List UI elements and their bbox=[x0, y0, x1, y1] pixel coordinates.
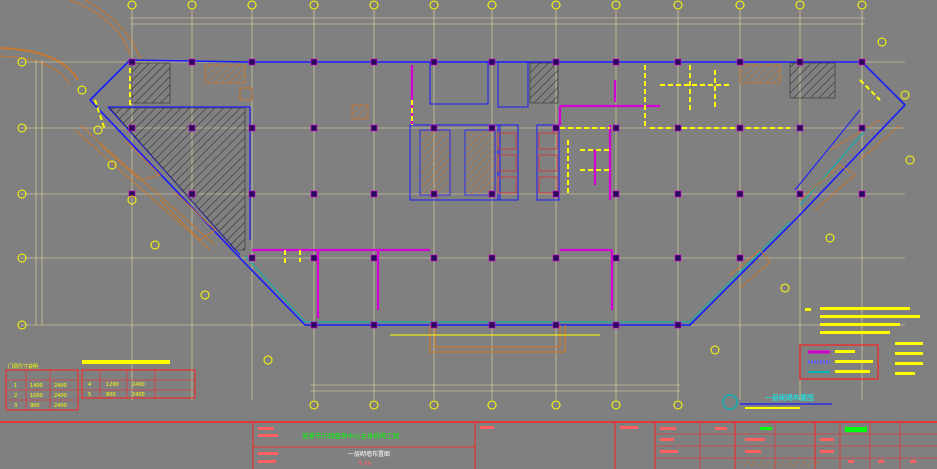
structural-column bbox=[370, 124, 378, 132]
structural-column bbox=[370, 58, 378, 66]
structural-column bbox=[248, 254, 256, 262]
cad-drawing-viewport[interactable]: 一层砌墙布置图 门洞尺寸说明 1 1400 2400 2 1000 2400 3 900 240… bbox=[0, 0, 937, 469]
structural-column bbox=[674, 58, 682, 66]
door-row-id: 2 bbox=[14, 393, 17, 399]
structural-column bbox=[858, 190, 866, 198]
structural-column bbox=[552, 190, 560, 198]
structural-column bbox=[552, 124, 560, 132]
structural-column bbox=[188, 58, 196, 66]
structural-column bbox=[248, 190, 256, 198]
door-row-height: 2400 bbox=[132, 392, 145, 398]
sheet-name: 一层砌墙布置图 bbox=[348, 450, 390, 458]
structural-column bbox=[796, 124, 804, 132]
structural-column bbox=[488, 254, 496, 262]
plan-caption: 一层砌墙布置图 bbox=[765, 393, 814, 402]
structural-column bbox=[370, 254, 378, 262]
structural-column bbox=[248, 124, 256, 132]
structural-column bbox=[430, 58, 438, 66]
structural-column bbox=[488, 321, 496, 329]
structural-column bbox=[552, 321, 560, 329]
door-row-width: 1000 bbox=[30, 393, 43, 399]
structural-column bbox=[310, 321, 318, 329]
structural-column bbox=[370, 190, 378, 198]
structural-column bbox=[370, 321, 378, 329]
structural-column bbox=[488, 124, 496, 132]
structural-column bbox=[552, 254, 560, 262]
door-row-height: 2400 bbox=[54, 403, 67, 409]
structural-column bbox=[612, 254, 620, 262]
structural-column bbox=[248, 58, 256, 66]
structural-column bbox=[612, 124, 620, 132]
structural-column bbox=[674, 124, 682, 132]
structural-column bbox=[430, 124, 438, 132]
structural-column bbox=[674, 190, 682, 198]
door-row-id: 3 bbox=[14, 403, 17, 409]
structural-column bbox=[674, 321, 682, 329]
structural-column bbox=[858, 58, 866, 66]
structural-column bbox=[188, 190, 196, 198]
door-row-id: 4 bbox=[88, 382, 91, 388]
door-row-width: 1400 bbox=[30, 383, 43, 389]
door-table-header: 门洞尺寸说明 bbox=[8, 363, 38, 370]
door-row-width: 900 bbox=[30, 403, 40, 409]
door-row-id: 1 bbox=[14, 383, 17, 389]
floor-plan-canvas[interactable]: 一层砌墙布置图 门洞尺寸说明 1 1400 2400 2 1000 2400 3 900 240… bbox=[0, 0, 937, 469]
structural-column bbox=[674, 254, 682, 262]
structural-column bbox=[310, 58, 318, 66]
structural-column bbox=[128, 58, 136, 66]
door-row-width: 1200 bbox=[106, 382, 119, 388]
structural-column bbox=[310, 124, 318, 132]
structural-column bbox=[310, 190, 318, 198]
structural-column bbox=[612, 58, 620, 66]
structural-column bbox=[310, 254, 318, 262]
structural-column bbox=[736, 190, 744, 198]
structural-column bbox=[128, 124, 136, 132]
structural-column bbox=[736, 254, 744, 262]
structural-column bbox=[858, 124, 866, 132]
structural-column bbox=[796, 58, 804, 66]
structural-column bbox=[430, 190, 438, 198]
structural-column bbox=[736, 124, 744, 132]
structural-column bbox=[736, 58, 744, 66]
project-name: 某某市行政服务中心主体结构工程 bbox=[302, 431, 400, 440]
structural-column bbox=[488, 190, 496, 198]
door-row-height: 2400 bbox=[132, 382, 145, 388]
door-row-id: 5 bbox=[88, 392, 91, 398]
structural-column bbox=[430, 254, 438, 262]
structural-column bbox=[188, 124, 196, 132]
structural-column bbox=[488, 58, 496, 66]
door-row-width: 800 bbox=[106, 392, 116, 398]
door-row-height: 2400 bbox=[54, 393, 67, 399]
structural-column bbox=[430, 321, 438, 329]
door-row-height: 2400 bbox=[54, 383, 67, 389]
structural-column bbox=[612, 190, 620, 198]
structural-column bbox=[612, 321, 620, 329]
structural-column bbox=[552, 58, 560, 66]
sheet-name-en: PLAN bbox=[358, 461, 371, 467]
structural-column bbox=[796, 190, 804, 198]
